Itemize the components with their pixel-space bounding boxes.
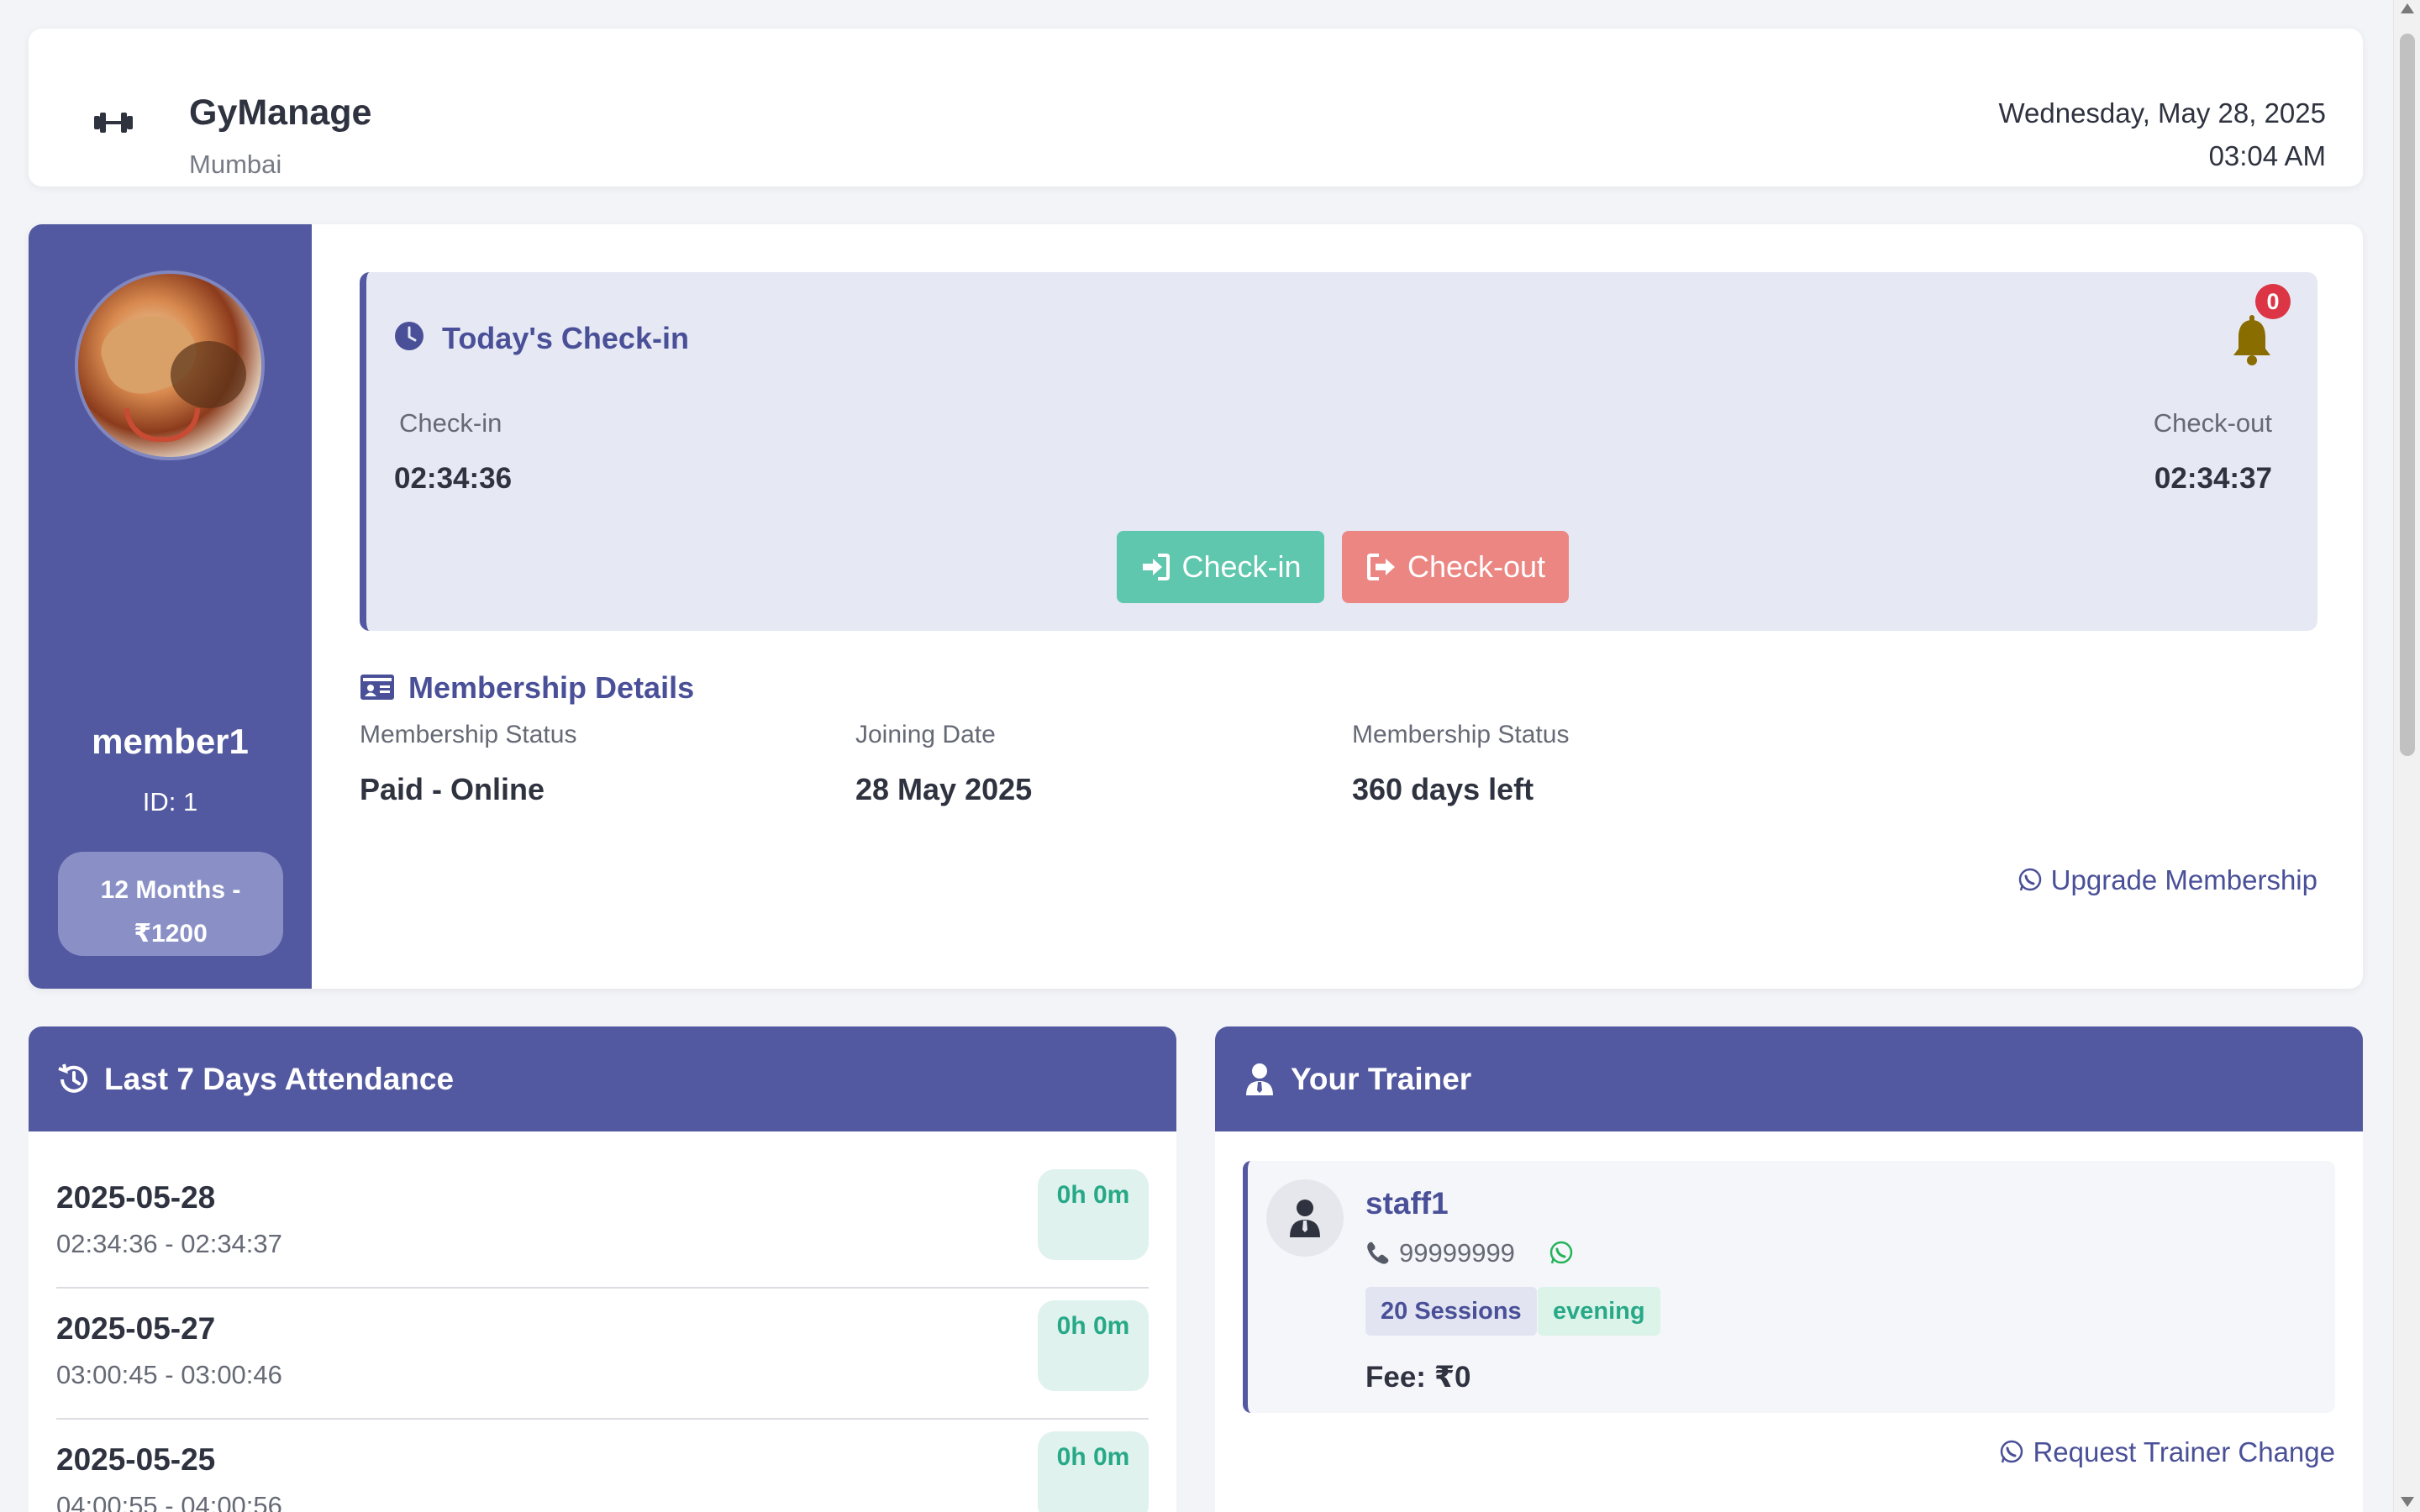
id-card-icon (360, 675, 394, 700)
plan-badge: 12 Months - ₹1200 (58, 852, 283, 956)
sign-in-icon (1143, 554, 1171, 580)
trainer-title: Your Trainer (1291, 1061, 1472, 1096)
scroll-up-arrow-icon[interactable] (2401, 3, 2414, 13)
checkin-panel: Today's Check-in 0 Check-in 02:34:36 Che… (360, 272, 2317, 631)
current-time: 03:04 AM (2208, 140, 2326, 171)
checkin-time: 02:34:36 (394, 462, 513, 495)
list-item: 2025-05-28 02:34:36 - 02:34:37 0h 0m (56, 1158, 1149, 1289)
attendance-duration: 0h 0m (1038, 1300, 1149, 1391)
attendance-header: Last 7 Days Attendance (29, 1026, 1176, 1131)
membership-title: Membership Details (408, 670, 695, 705)
sign-out-icon (1366, 554, 1395, 580)
trainer-phone-number: 99999999 (1399, 1238, 1515, 1268)
trainer-avatar (1266, 1179, 1344, 1257)
clock-icon (395, 322, 424, 350)
trainer-header: Your Trainer (1215, 1026, 2363, 1131)
trainer-name[interactable]: staff1 (1365, 1186, 1449, 1221)
trainer-phone: 99999999 (1365, 1238, 1574, 1268)
scroll-down-arrow-icon[interactable] (2401, 1497, 2414, 1507)
checkin-label: Check-in (399, 408, 502, 438)
attendance-date: 2025-05-28 (56, 1180, 216, 1215)
checkin-button-label: Check-in (1181, 549, 1302, 584)
phone-icon (1367, 1242, 1389, 1264)
whatsapp-icon (2018, 868, 2041, 891)
attendance-date: 2025-05-27 (56, 1311, 216, 1346)
vertical-scrollbar[interactable] (2393, 0, 2420, 1512)
joining-date-value: 28 May 2025 (855, 772, 1033, 806)
attendance-title: Last 7 Days Attendance (104, 1061, 455, 1096)
membership-status-value: Paid - Online (360, 772, 545, 806)
request-trainer-change-label: Request Trainer Change (2033, 1436, 2335, 1467)
page: GyManage Mumbai Wednesday, May 28, 2025 … (0, 0, 2393, 1512)
attendance-card: Last 7 Days Attendance 2025-05-28 02:34:… (29, 1026, 1176, 1512)
attendance-times: 02:34:36 - 02:34:37 (56, 1229, 282, 1258)
app-header: GyManage Mumbai Wednesday, May 28, 2025 … (29, 29, 2363, 186)
membership-status-label: Membership Status (360, 721, 577, 748)
checkout-button-label: Check-out (1407, 549, 1546, 584)
overview-content: Today's Check-in 0 Check-in 02:34:36 Che… (312, 224, 2363, 989)
sessions-badge: 20 Sessions (1365, 1287, 1537, 1336)
membership-remaining-value: 360 days left (1352, 772, 1534, 806)
list-item: 2025-05-25 04:00:55 - 04:00:56 0h 0m (56, 1420, 1149, 1512)
checkin-title: Today's Check-in (442, 321, 689, 355)
list-item: 2025-05-27 03:00:45 - 03:00:46 0h 0m (56, 1289, 1149, 1420)
attendance-date: 2025-05-25 (56, 1442, 216, 1477)
dumbbell-icon (94, 113, 133, 133)
attendance-duration: 0h 0m (1038, 1169, 1149, 1260)
checkout-time: 02:34:37 (2154, 462, 2272, 495)
upgrade-membership-link[interactable]: Upgrade Membership (2018, 864, 2317, 896)
member-username: member1 (92, 722, 249, 761)
app-title: GyManage (189, 92, 372, 133)
upgrade-membership-label: Upgrade Membership (2050, 864, 2317, 895)
trainer-fee: Fee: ₹0 (1365, 1361, 1471, 1394)
attendance-duration: 0h 0m (1038, 1431, 1149, 1512)
user-tie-icon (1246, 1063, 1273, 1095)
attendance-times: 04:00:55 - 04:00:56 (56, 1491, 282, 1512)
profile-sidebar: member1 ID: 1 12 Months - ₹1200 (29, 224, 312, 989)
member-id: ID: 1 (142, 787, 198, 816)
joining-date-label: Joining Date (855, 721, 996, 748)
checkout-button[interactable]: Check-out (1342, 531, 1569, 603)
avatar (75, 270, 265, 460)
request-trainer-change-link[interactable]: Request Trainer Change (1999, 1436, 2335, 1468)
membership-remaining-label: Membership Status (1352, 721, 1570, 748)
attendance-times: 03:00:45 - 03:00:46 (56, 1360, 282, 1389)
trainer-card: Your Trainer staff1 99999999 20 Sessions… (1215, 1026, 2363, 1512)
member-overview-card: member1 ID: 1 12 Months - ₹1200 Today's … (29, 224, 2363, 989)
gym-location: Mumbai (189, 150, 282, 179)
trainer-info: staff1 99999999 20 Sessions evening Fee:… (1243, 1161, 2335, 1413)
user-tie-icon (1290, 1200, 1320, 1237)
notification-badge: 0 (2255, 284, 2291, 319)
history-icon (58, 1063, 87, 1093)
checkout-label: Check-out (2153, 408, 2272, 438)
whatsapp-icon[interactable] (1549, 1241, 1574, 1266)
shift-badge: evening (1538, 1287, 1660, 1336)
checkin-button[interactable]: Check-in (1117, 531, 1324, 603)
whatsapp-icon (2001, 1440, 2023, 1463)
scrollbar-thumb[interactable] (2400, 34, 2415, 756)
current-date: Wednesday, May 28, 2025 (1998, 97, 2326, 129)
